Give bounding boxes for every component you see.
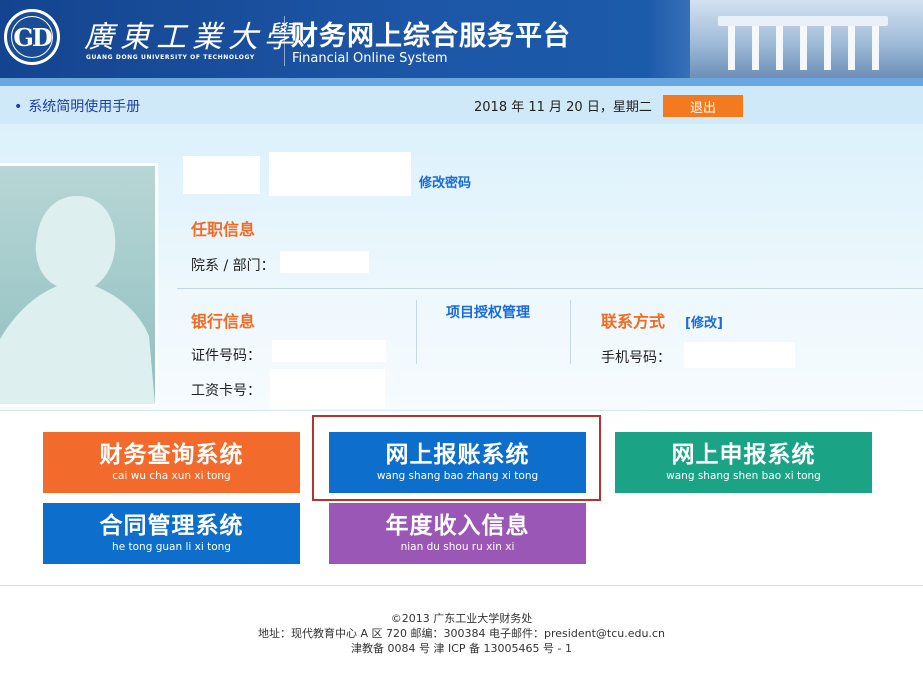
profile-panel: 修改密码 任职信息 院系 / 部门： 银行信息 证件号码： 工资卡号： 项目授权… bbox=[0, 124, 923, 411]
tile-pinyin: cai wu cha xun xi tong bbox=[112, 470, 231, 482]
annual-income-info-button[interactable]: 年度收入信息 nian du shou ru xin xi bbox=[329, 503, 586, 564]
tile-title: 合同管理系统 bbox=[99, 513, 244, 539]
seal-text: GD bbox=[13, 22, 52, 52]
university-name-cn: 廣東工業大學 bbox=[84, 20, 300, 55]
name-field-redacted bbox=[183, 156, 260, 194]
banner-strip bbox=[0, 78, 923, 86]
system-title-cn: 财务网上综合服务平台 bbox=[291, 21, 571, 52]
footer: ©2013 广东工业大学财务处 地址：现代教育中心 A 区 720 邮编：300… bbox=[0, 611, 923, 656]
contact-info-title: 联系方式 bbox=[601, 312, 666, 331]
column-divider-2 bbox=[570, 300, 571, 364]
modify-contact-link[interactable]: [修改] bbox=[685, 312, 723, 331]
online-declaration-system-button[interactable]: 网上申报系统 wang shang shen bao xi tong bbox=[615, 432, 872, 493]
finance-query-system-button[interactable]: 财务查询系统 cai wu cha xun xi tong bbox=[43, 432, 300, 493]
id-number-label: 证件号码： bbox=[191, 348, 261, 364]
bank-info-title: 银行信息 bbox=[191, 312, 256, 331]
system-title-en: Financial Online System bbox=[292, 51, 448, 66]
footer-address: 地址：现代教育中心 A 区 720 邮编：300384 电子邮件：preside… bbox=[258, 627, 665, 640]
tile-title: 财务查询系统 bbox=[99, 442, 244, 468]
staff-id-field-redacted bbox=[269, 152, 411, 196]
header-banner: GD 廣東工業大學 GUANG DONG UNIVERSITY OF TECHN… bbox=[0, 0, 923, 86]
tile-title: 网上申报系统 bbox=[671, 442, 816, 468]
tile-pinyin: nian du shou ru xin xi bbox=[400, 541, 515, 553]
bullet-icon: • bbox=[14, 99, 23, 115]
footer-icp: 津教备 0084 号 津 ICP 备 13005465 号 - 1 bbox=[351, 642, 572, 655]
user-manual-link[interactable]: • 系统简明使用手册 bbox=[14, 96, 140, 116]
tile-pinyin: he tong guan li xi tong bbox=[112, 541, 231, 553]
id-number-value-redacted bbox=[272, 340, 386, 362]
university-seal-logo: GD bbox=[4, 9, 60, 65]
user-manual-label: 系统简明使用手册 bbox=[28, 99, 141, 115]
top-bar: • 系统简明使用手册 2018 年 11 月 20 日，星期二 退出 bbox=[0, 86, 923, 124]
avatar bbox=[0, 163, 158, 407]
column-divider-1 bbox=[416, 300, 417, 364]
logout-button[interactable]: 退出 bbox=[663, 95, 743, 117]
tile-title: 年度收入信息 bbox=[385, 513, 530, 539]
department-label: 院系 / 部门： bbox=[191, 258, 275, 274]
tile-pinyin: wang shang shen bao xi tong bbox=[666, 470, 821, 482]
contract-management-system-button[interactable]: 合同管理系统 he tong guan li xi tong bbox=[43, 503, 300, 564]
section-divider bbox=[177, 288, 923, 289]
current-date: 2018 年 11 月 20 日，星期二 bbox=[474, 100, 652, 115]
footer-copyright: ©2013 广东工业大学财务处 bbox=[390, 612, 533, 625]
campus-building-image bbox=[690, 0, 923, 78]
salary-card-label: 工资卡号： bbox=[191, 383, 261, 399]
selection-highlight-box bbox=[312, 415, 601, 501]
university-name-en: GUANG DONG UNIVERSITY OF TECHNOLOGY bbox=[86, 54, 255, 61]
person-silhouette-icon bbox=[0, 196, 155, 404]
project-authorization-link[interactable]: 项目授权管理 bbox=[446, 302, 530, 322]
change-password-link[interactable]: 修改密码 bbox=[419, 172, 471, 191]
phone-value-redacted bbox=[684, 342, 795, 368]
department-value-redacted bbox=[280, 251, 369, 273]
footer-divider bbox=[0, 585, 923, 586]
employment-info-title: 任职信息 bbox=[191, 220, 256, 239]
banner-divider bbox=[284, 16, 285, 66]
phone-label: 手机号码： bbox=[601, 350, 671, 366]
salary-card-value-redacted bbox=[270, 369, 385, 409]
